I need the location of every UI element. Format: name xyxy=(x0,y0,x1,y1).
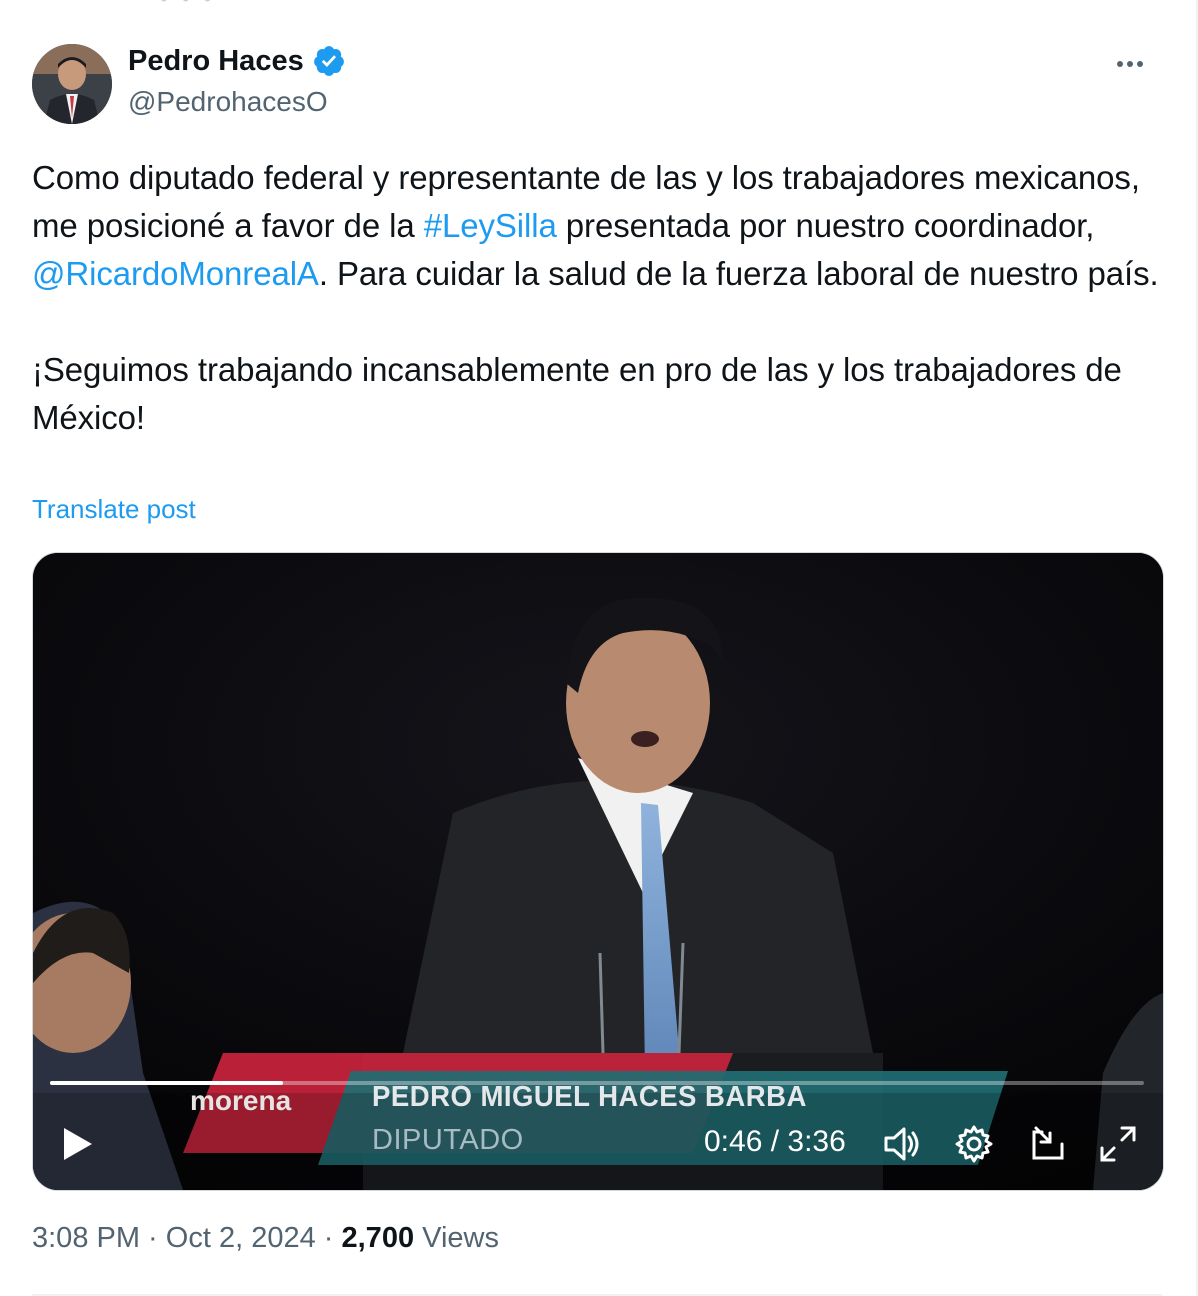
fullscreen-icon xyxy=(1100,1126,1136,1162)
fullscreen-button[interactable] xyxy=(1098,1124,1138,1164)
views-count: 2,700 xyxy=(341,1222,415,1254)
meta-separator: · xyxy=(315,1222,342,1254)
mention-link[interactable]: @RicardoMonrealA xyxy=(32,255,319,292)
previous-post-fragment: • • • xyxy=(160,0,215,12)
lower-third-name: PEDRO MIGUEL HACES BARBA xyxy=(372,1081,807,1113)
settings-button[interactable] xyxy=(954,1124,994,1164)
verified-badge-icon[interactable] xyxy=(312,44,346,78)
translate-post-link[interactable]: Translate post xyxy=(32,494,196,525)
avatar[interactable] xyxy=(32,44,112,124)
post-paragraph-1: Como diputado federal y representante de… xyxy=(32,154,1172,298)
volume-icon xyxy=(884,1127,919,1161)
video-progress-fill xyxy=(50,1081,284,1085)
lower-third-role: DIPUTADO xyxy=(372,1124,524,1156)
post-time[interactable]: 3:08 PM xyxy=(32,1222,140,1254)
video-time: 0:46 / 3:36 xyxy=(704,1125,846,1159)
post-paragraph-2: ¡Seguimos trabajando incansablemente en … xyxy=(32,351,1122,436)
volume-button[interactable] xyxy=(882,1124,922,1164)
lower-third-party: morena xyxy=(190,1085,292,1116)
avatar-photo xyxy=(32,44,112,124)
play-icon xyxy=(64,1128,92,1160)
author-name-row: Pedro Haces xyxy=(128,44,346,78)
post-text-segment: presentada por nuestro coordinador, xyxy=(556,207,1095,244)
video-progress-bar[interactable] xyxy=(50,1081,1144,1085)
hashtag-link[interactable]: #LeySilla xyxy=(424,207,557,244)
author-display-name[interactable]: Pedro Haces xyxy=(128,45,304,78)
meta-separator: · xyxy=(140,1222,166,1254)
post-date[interactable]: Oct 2, 2024 xyxy=(166,1222,316,1254)
settings-icon xyxy=(955,1125,993,1163)
post-text: Como diputado federal y representante de… xyxy=(32,154,1172,442)
time-separator: / xyxy=(762,1125,788,1158)
post-text-segment: . Para cuidar la salud de la fuerza labo… xyxy=(318,255,1159,292)
views-label: Views xyxy=(422,1222,499,1254)
picture-in-picture-button[interactable] xyxy=(1028,1124,1068,1164)
play-button[interactable] xyxy=(60,1124,96,1164)
current-time: 0:46 xyxy=(704,1125,763,1158)
author-handle[interactable]: @PedrohacesO xyxy=(128,86,328,118)
duration: 3:36 xyxy=(787,1125,846,1158)
pip-icon xyxy=(1032,1126,1064,1160)
more-options-button[interactable] xyxy=(1112,46,1152,82)
more-dots-icon xyxy=(1117,61,1143,67)
post-metadata: 3:08 PM · Oct 2, 2024 · 2,700 Views xyxy=(32,1222,499,1255)
